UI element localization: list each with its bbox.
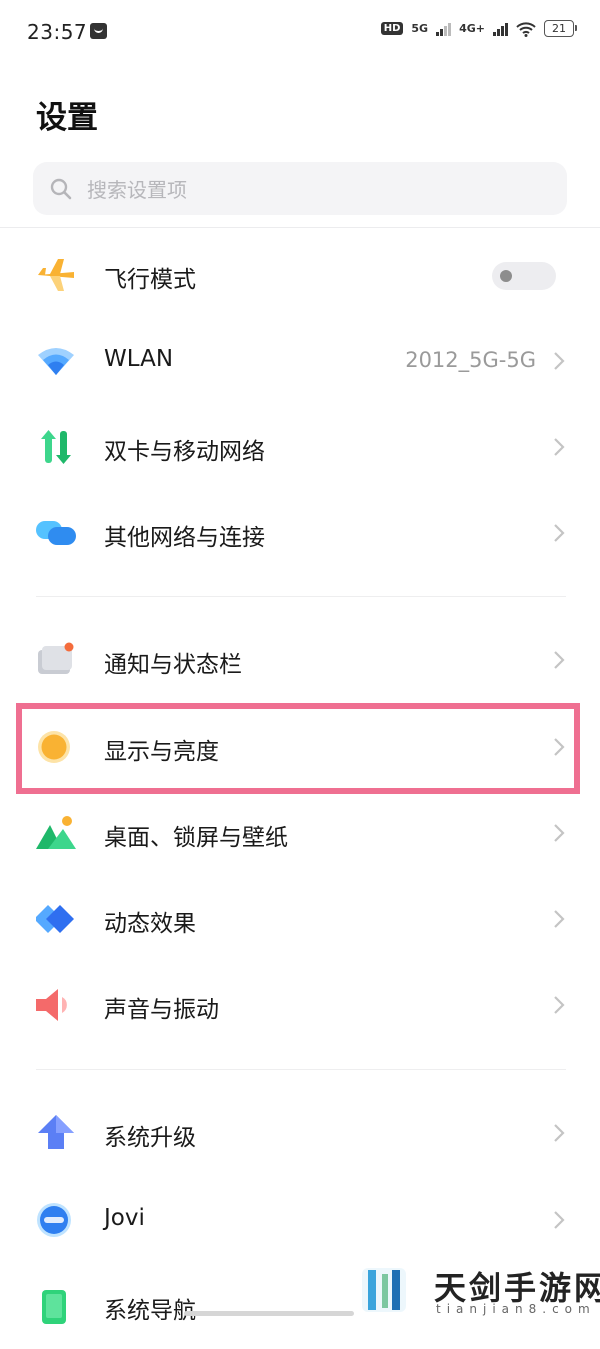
chevron-right-icon: [554, 738, 565, 756]
wifi-icon: [38, 348, 74, 375]
message-notification-icon: [90, 23, 107, 39]
chevron-right-icon: [554, 1124, 565, 1142]
notification-icon: [38, 642, 74, 674]
setting-airplane-mode[interactable]: 飞行模式: [0, 232, 600, 318]
battery-icon: 21: [544, 20, 577, 37]
setting-sound[interactable]: 声音与振动: [0, 962, 600, 1048]
setting-label: 声音与振动: [104, 997, 219, 1023]
search-icon: [50, 178, 72, 200]
watermark-logo-icon: [362, 1268, 406, 1312]
setting-label: 其他网络与连接: [104, 525, 265, 551]
setting-label: 动态效果: [104, 911, 196, 937]
setting-wallpaper[interactable]: 桌面、锁屏与壁纸: [0, 790, 600, 876]
connection-icon: [36, 521, 76, 545]
chevron-right-icon: [554, 651, 565, 669]
sim2-signal-icon: [493, 22, 508, 36]
status-bar: 23:57 HD 5G 4G+ 21: [0, 0, 600, 64]
chevron-right-icon: [554, 824, 565, 842]
setting-display-brightness[interactable]: 显示与亮度: [0, 704, 600, 790]
setting-label: 双卡与移动网络: [104, 439, 265, 465]
group-divider: [36, 596, 566, 597]
divider: [0, 227, 600, 228]
setting-wlan[interactable]: WLAN 2012_5G-5G: [0, 318, 600, 404]
setting-label: Jovi: [104, 1205, 145, 1231]
search-bar[interactable]: [33, 162, 567, 215]
search-input[interactable]: [85, 172, 549, 208]
chevron-right-icon: [554, 910, 565, 928]
setting-system-upgrade[interactable]: 系统升级: [0, 1090, 600, 1176]
sim1-network-type: 5G: [411, 22, 429, 35]
status-indicators: HD 5G 4G+ 21: [380, 20, 577, 37]
page-title: 设置: [36, 100, 98, 136]
chevron-right-icon: [554, 996, 565, 1014]
setting-notifications[interactable]: 通知与状态栏: [0, 617, 600, 703]
status-time: 23:57: [27, 20, 88, 44]
setting-other-connections[interactable]: 其他网络与连接: [0, 490, 600, 576]
setting-dual-sim[interactable]: 双卡与移动网络: [0, 404, 600, 490]
watermark-url: tianjian8.com: [436, 1302, 596, 1316]
chevron-right-icon: [554, 352, 565, 370]
chevron-right-icon: [554, 1211, 565, 1229]
brightness-icon: [38, 731, 70, 763]
toggle-knob: [500, 270, 512, 282]
setting-animation[interactable]: 动态效果: [0, 876, 600, 962]
dual-sim-icon: [41, 430, 71, 464]
sim2-network-type: 4G+: [459, 22, 485, 35]
chevron-right-icon: [554, 524, 565, 542]
setting-label: 桌面、锁屏与壁纸: [104, 825, 288, 851]
setting-label: WLAN: [104, 346, 174, 372]
wifi-status-icon: [516, 21, 536, 37]
home-indicator[interactable]: [184, 1311, 354, 1316]
group-divider: [36, 1069, 566, 1070]
setting-jovi[interactable]: Jovi: [0, 1177, 600, 1263]
setting-label: 显示与亮度: [104, 739, 219, 765]
wlan-network-name: 2012_5G-5G: [405, 348, 536, 372]
setting-label: 通知与状态栏: [104, 652, 242, 678]
jovi-icon: [37, 1203, 71, 1237]
watermark: 天剑手游网 tianjian8.com: [356, 1262, 600, 1318]
setting-label: 飞行模式: [104, 267, 196, 293]
animation-icon: [36, 905, 74, 933]
setting-label: 系统升级: [104, 1125, 196, 1151]
upgrade-icon: [38, 1115, 74, 1149]
navigation-icon: [42, 1290, 66, 1324]
chevron-right-icon: [554, 438, 565, 456]
airplane-icon: [38, 259, 74, 291]
airplane-mode-toggle[interactable]: [492, 262, 556, 290]
speaker-icon: [36, 989, 67, 1021]
wallpaper-icon: [36, 816, 76, 849]
sim1-signal-icon: [436, 22, 452, 36]
hd-voice-icon: HD: [380, 22, 404, 35]
